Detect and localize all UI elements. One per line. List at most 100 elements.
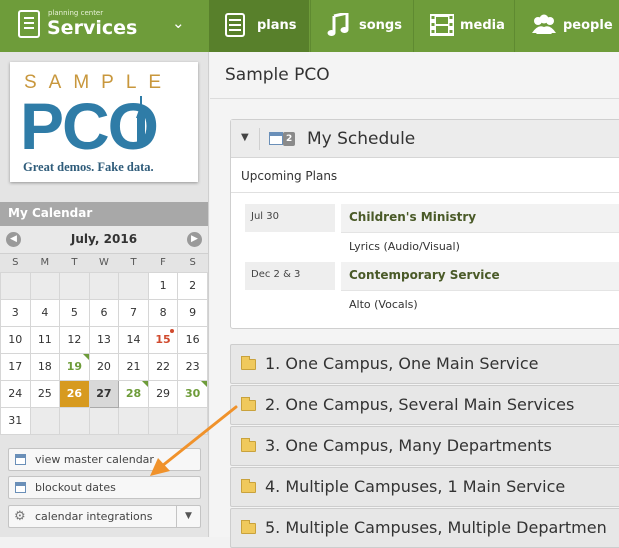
- plan-name-link[interactable]: Contemporary Service: [341, 262, 619, 290]
- sidebar: SAMPLE PCO Great demos. Fake data. My Ca…: [0, 52, 209, 537]
- calendar-integrations-label: calendar integrations: [35, 510, 153, 523]
- calendar-integrations-button[interactable]: ⚙ calendar integrations ▼: [8, 505, 201, 528]
- calendar-day[interactable]: 5: [59, 298, 90, 327]
- calendar-week-row: 31: [0, 406, 208, 435]
- calendar-grid: S M T W T F S 1 2 3 4 5 6 7 8 9 10 11 12 13 14 15 16 17 1…: [0, 254, 208, 435]
- calendar-empty-cell: [29, 271, 61, 300]
- blockout-dates-button[interactable]: blockout dates: [8, 476, 201, 499]
- folder-row[interactable]: 3. One Campus, Many Departments: [230, 426, 619, 466]
- tab-plans[interactable]: plans: [209, 0, 309, 52]
- collapse-triangle-icon[interactable]: ▼: [241, 132, 249, 143]
- calendar-day[interactable]: 15: [147, 325, 179, 354]
- divider: [231, 192, 619, 193]
- calendar-day[interactable]: 26: [59, 379, 90, 408]
- main-content: Sample PCO ▼ 2 My Schedule Upcoming Plan…: [210, 52, 619, 548]
- calendar-day-number: 9: [189, 306, 197, 319]
- calendar-day-number: 29: [156, 387, 171, 400]
- plan-date: Jul 30: [245, 204, 335, 232]
- services-logo-icon: [18, 10, 40, 38]
- upcoming-plans-label: Upcoming Plans: [241, 169, 338, 183]
- calendar-day[interactable]: 3: [0, 298, 31, 327]
- calendar-day[interactable]: 20: [88, 352, 120, 381]
- folder-row[interactable]: 1. One Campus, One Main Service: [230, 344, 619, 384]
- scheduled-marker-icon: [141, 380, 148, 387]
- blockout-dates-label: blockout dates: [35, 481, 116, 494]
- divider: [259, 128, 260, 150]
- calendar-day[interactable]: 13: [88, 325, 120, 354]
- plan-role: Lyrics (Audio/Visual): [349, 240, 460, 253]
- folder-label: 3. One Campus, Many Departments: [265, 436, 552, 455]
- chevron-down-icon[interactable]: ⌄: [172, 14, 185, 32]
- calendar-day-number: 18: [37, 360, 52, 373]
- calendar-icon: [15, 454, 26, 465]
- calendar-day[interactable]: 21: [118, 352, 149, 381]
- calendar-day[interactable]: 16: [177, 325, 208, 354]
- plan-name-link[interactable]: Children's Ministry: [341, 204, 619, 232]
- calendar-day[interactable]: 23: [177, 352, 208, 381]
- tab-people[interactable]: people: [514, 0, 619, 52]
- calendar-empty-cell: [177, 406, 208, 435]
- calendar-day[interactable]: 17: [0, 352, 31, 381]
- calendar-day[interactable]: 29: [147, 379, 179, 408]
- folder-icon: [241, 356, 256, 370]
- calendar-day[interactable]: 8: [147, 298, 179, 327]
- calendar-day[interactable]: 12: [59, 325, 90, 354]
- tab-media[interactable]: media: [413, 0, 513, 52]
- calendar-day[interactable]: 7: [118, 298, 149, 327]
- calendar-day[interactable]: 24: [0, 379, 31, 408]
- my-calendar-header: My Calendar: [0, 202, 208, 226]
- calendar-day[interactable]: 9: [177, 298, 208, 327]
- tab-songs[interactable]: songs: [310, 0, 412, 52]
- calendar-day[interactable]: 6: [88, 298, 120, 327]
- calendar-day[interactable]: 31: [0, 406, 31, 435]
- my-schedule-header[interactable]: ▼ 2 My Schedule: [231, 120, 619, 158]
- weekday-label: W: [98, 257, 109, 269]
- weekday-label: M: [40, 257, 50, 269]
- folder-row[interactable]: 5. Multiple Campuses, Multiple Departmen: [230, 508, 619, 548]
- calendar-day-number: 1: [159, 279, 167, 292]
- calendar-day[interactable]: 25: [29, 379, 61, 408]
- calendar-day[interactable]: 14: [118, 325, 149, 354]
- calendar-day[interactable]: 27: [88, 379, 120, 408]
- weekday-label: S: [12, 257, 19, 269]
- folder-row[interactable]: 4. Multiple Campuses, 1 Main Service: [230, 467, 619, 507]
- folder-label: 1. One Campus, One Main Service: [265, 354, 539, 373]
- product-switcher[interactable]: planning center Services ⌄: [0, 0, 209, 52]
- calendar-day-number: 23: [185, 360, 200, 373]
- calendar-empty-cell: [118, 406, 149, 435]
- calendar-day-number: 25: [37, 387, 52, 400]
- calendar-day-number: 30: [185, 387, 201, 400]
- next-month-button[interactable]: ▶: [187, 232, 202, 247]
- folder-icon: [241, 520, 256, 534]
- tab-media-label: media: [460, 18, 505, 33]
- scheduled-marker-icon: [82, 353, 89, 360]
- chevron-down-icon[interactable]: ▼: [176, 506, 200, 527]
- calendar-day[interactable]: 18: [29, 352, 61, 381]
- calendar-day[interactable]: 10: [0, 325, 31, 354]
- weekday-label: F: [160, 257, 166, 269]
- calendar-week-row: 17 18 19 20 21 22 23: [0, 352, 208, 381]
- calendar-day[interactable]: 1: [147, 271, 179, 300]
- calendar-day-number: 28: [125, 387, 142, 400]
- folder-icon: [241, 479, 256, 493]
- calendar-day[interactable]: 30: [177, 379, 208, 408]
- plans-icon: [225, 13, 245, 37]
- view-master-calendar-button[interactable]: view master calendar: [8, 448, 201, 471]
- calendar-week-row: 12: [0, 271, 208, 300]
- folder-icon: [241, 397, 256, 411]
- calendar-day[interactable]: 2: [177, 271, 208, 300]
- divider: [341, 290, 619, 291]
- my-schedule-panel: ▼ 2 My Schedule Upcoming Plans Jul 30 Ch…: [230, 119, 619, 329]
- calendar-day[interactable]: 22: [147, 352, 179, 381]
- calendar-day[interactable]: 4: [29, 298, 61, 327]
- mini-calendar: ◀ July, 2016 ▶ S M T W T F S 1 2 3 4 5 6 7 8 9 10…: [0, 226, 208, 435]
- folder-row[interactable]: 2. One Campus, Several Main Services: [230, 385, 619, 425]
- plan-date: Dec 2 & 3: [245, 262, 335, 290]
- calendar-day-number: 2: [189, 279, 197, 292]
- calendar-day[interactable]: 28: [118, 379, 149, 408]
- calendar-day-number: 24: [8, 387, 23, 400]
- weekday-label: T: [130, 257, 137, 269]
- calendar-day[interactable]: 11: [29, 325, 61, 354]
- calendar-day[interactable]: 19: [59, 352, 90, 381]
- calendar-day-number: 16: [185, 333, 200, 346]
